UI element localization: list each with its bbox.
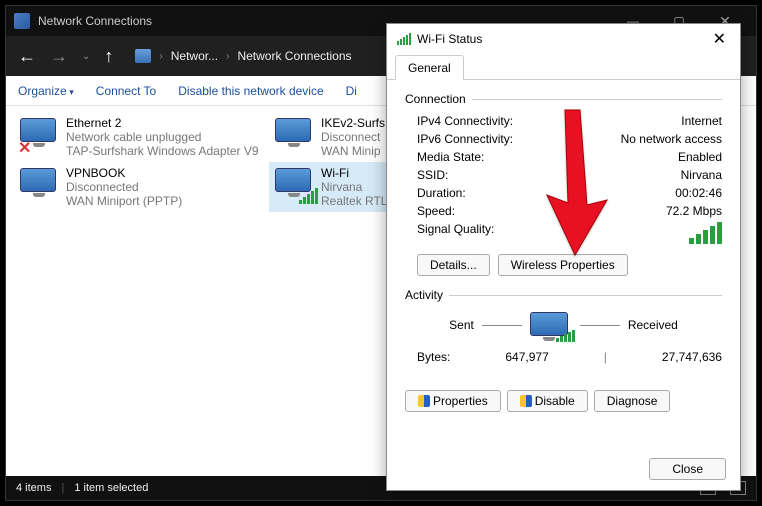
status-selected-count: 1 item selected [74, 482, 148, 494]
duration-label: Duration: [417, 186, 466, 200]
signal-bars-icon [299, 188, 318, 204]
address-bar[interactable]: › Networ... › Network Connections [135, 49, 351, 63]
disable-button[interactable]: Disable [507, 390, 588, 412]
wifi-status-dialog: Wi-Fi Status ✕ General Connection IPv4 C… [386, 23, 741, 491]
wireless-properties-button[interactable]: Wireless Properties [498, 254, 628, 276]
window-title: Network Connections [38, 14, 152, 28]
media-state-value: Enabled [678, 150, 722, 164]
window-icon [14, 13, 30, 29]
ipv6-label: IPv6 Connectivity: [417, 132, 513, 146]
ethernet-icon: ✕ [20, 116, 60, 156]
group-connection-label: Connection [405, 92, 466, 106]
shield-icon [520, 395, 532, 407]
connection-device: TAP-Surfshark Windows Adapter V9 [66, 144, 259, 158]
properties-button[interactable]: Properties [405, 390, 501, 412]
diagnose-connection-button[interactable]: Di [346, 84, 357, 98]
connection-status: Nirvana [321, 180, 387, 194]
connection-status: Network cable unplugged [66, 130, 259, 144]
sent-label: Sent [449, 318, 474, 332]
connection-item-vpnbook[interactable]: VPNBOOK Disconnected WAN Miniport (PPTP) [14, 162, 269, 212]
connection-status: Disconnect [321, 130, 385, 144]
duration-value: 00:02:46 [675, 186, 722, 200]
tab-general[interactable]: General [395, 55, 464, 80]
received-label: Received [628, 318, 678, 332]
breadcrumb-seg-2[interactable]: Network Connections [237, 49, 351, 63]
connection-name: VPNBOOK [66, 166, 182, 180]
connection-item-wifi[interactable]: Wi-Fi Nirvana Realtek RTL [269, 162, 399, 212]
location-icon [135, 49, 151, 63]
connection-name: Ethernet 2 [66, 116, 259, 130]
back-button[interactable]: ← [18, 46, 36, 67]
connection-name: Wi-Fi [321, 166, 387, 180]
organize-menu[interactable]: Organize [18, 84, 74, 98]
close-button[interactable]: Close [649, 458, 726, 480]
bytes-sent-value: 647,977 [505, 350, 548, 364]
group-activity-label: Activity [405, 288, 443, 302]
recent-dropdown[interactable]: ⌄ [82, 51, 90, 62]
ssid-label: SSID: [417, 168, 448, 182]
speed-value: 72.2 Mbps [666, 204, 722, 218]
signal-bars-icon [397, 33, 411, 45]
connection-device: Realtek RTL [321, 194, 387, 208]
vpn-icon [20, 166, 60, 206]
wifi-icon [275, 166, 315, 206]
connect-to-button[interactable]: Connect To [96, 84, 157, 98]
vpn-icon [275, 116, 315, 156]
forward-button[interactable]: → [50, 46, 68, 67]
connection-status: Disconnected [66, 180, 182, 194]
dialog-close-button[interactable]: ✕ [709, 29, 730, 49]
dialog-tabs: General [387, 54, 740, 80]
ssid-value: Nirvana [681, 168, 722, 182]
ipv6-value: No network access [621, 132, 722, 146]
disable-device-button[interactable]: Disable this network device [178, 84, 323, 98]
breadcrumb-seg-1[interactable]: Networ... [171, 49, 218, 63]
disconnected-x-icon: ✕ [18, 138, 34, 154]
chevron-right-icon: › [159, 51, 162, 62]
connection-item-ikev2[interactable]: IKEv2-Surfs Disconnect WAN Minip [269, 112, 399, 162]
up-button[interactable]: ↑ [104, 46, 113, 67]
bytes-label: Bytes: [417, 350, 450, 364]
chevron-right-icon: › [226, 51, 229, 62]
dialog-body: Connection IPv4 Connectivity: Internet IP… [387, 80, 740, 447]
signal-quality-label: Signal Quality: [417, 222, 494, 244]
connection-device: WAN Miniport (PPTP) [66, 194, 182, 208]
connection-name: IKEv2-Surfs [321, 116, 385, 130]
signal-quality-bars-icon [689, 222, 722, 244]
ipv4-label: IPv4 Connectivity: [417, 114, 513, 128]
media-state-label: Media State: [417, 150, 484, 164]
shield-icon [418, 395, 430, 407]
details-button[interactable]: Details... [417, 254, 490, 276]
dialog-titlebar: Wi-Fi Status ✕ [387, 24, 740, 54]
bytes-received-value: 27,747,636 [662, 350, 722, 364]
diagnose-button[interactable]: Diagnose [594, 390, 671, 412]
activity-monitor-icon [530, 310, 572, 340]
status-item-count: 4 items [16, 482, 51, 494]
dialog-title: Wi-Fi Status [417, 32, 482, 46]
connection-item-ethernet[interactable]: ✕ Ethernet 2 Network cable unplugged TAP… [14, 112, 269, 162]
connection-device: WAN Minip [321, 144, 385, 158]
ipv4-value: Internet [681, 114, 722, 128]
speed-label: Speed: [417, 204, 455, 218]
